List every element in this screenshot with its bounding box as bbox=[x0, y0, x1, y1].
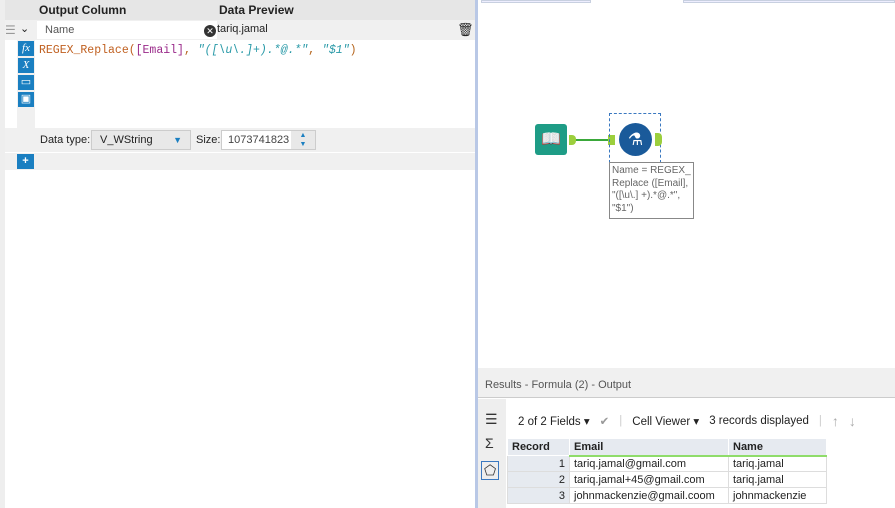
data-type-value: V_WString bbox=[100, 134, 153, 146]
trash-icon[interactable]: 🗑 bbox=[457, 22, 474, 38]
results-sidebar: ☰ Σ ⬠ bbox=[478, 399, 506, 508]
size-spinner[interactable]: ▲ ▼ bbox=[291, 131, 315, 149]
tag-icon[interactable]: ⬠ bbox=[481, 461, 500, 480]
toolbar-divider: | bbox=[818, 415, 822, 427]
output-column-header: Output Column bbox=[39, 3, 127, 17]
add-formula-button[interactable]: + bbox=[17, 154, 34, 169]
size-label: Size: bbox=[196, 134, 221, 146]
table-row[interactable]: 2 tariq.jamal+45@gmail.com tariq.jamal bbox=[507, 471, 827, 488]
column-header-email[interactable]: Email bbox=[569, 438, 729, 457]
size-value: 1073741823 bbox=[228, 134, 290, 146]
canvas-tab[interactable] bbox=[683, 0, 895, 3]
grid-header: Output Column Data Preview bbox=[5, 0, 475, 20]
fx-icon[interactable]: fx bbox=[18, 41, 34, 56]
results-title: Results - Formula (2) - Output bbox=[478, 368, 895, 398]
expression-toolbar: fx X ▭ ▣ bbox=[17, 40, 35, 128]
name-cell[interactable]: tariq.jamal bbox=[728, 455, 827, 472]
expr-sep2: , bbox=[308, 44, 322, 57]
formula-config-panel: Output Column Data Preview ☰ ⌄ ✕ tariq.j… bbox=[0, 0, 475, 508]
record-number: 2 bbox=[507, 471, 570, 488]
cell-viewer-label: Cell Viewer bbox=[632, 416, 691, 428]
input-data-tool-icon[interactable]: 📖 bbox=[535, 124, 567, 155]
data-preview-header: Data Preview bbox=[219, 3, 294, 17]
expr-field: [Email] bbox=[135, 44, 184, 57]
arrow-down-icon[interactable]: ↓ bbox=[849, 413, 856, 429]
expression-editor[interactable]: REGEX_Replace([Email], "([\u\.]+).*@.*",… bbox=[39, 44, 357, 57]
email-cell[interactable]: johnmackenzie@gmail.coom bbox=[569, 487, 729, 504]
canvas-tab[interactable] bbox=[481, 0, 591, 3]
email-cell[interactable]: tariq.jamal+45@gmail.com bbox=[569, 471, 729, 488]
data-type-select[interactable]: V_WString ▼ bbox=[91, 130, 191, 150]
dropdown-caret-icon: ▼ bbox=[173, 135, 182, 145]
table-view-icon[interactable]: ☰ bbox=[485, 411, 498, 428]
variable-icon[interactable]: X bbox=[18, 58, 34, 73]
record-number: 3 bbox=[507, 487, 570, 504]
results-table: Record Email Name 1 tariq.jamal@gmail.com… bbox=[507, 438, 827, 504]
arrow-up-icon[interactable]: ↑ bbox=[832, 413, 839, 429]
cell-viewer-selector[interactable]: Cell Viewer ▾ bbox=[632, 414, 699, 428]
save-icon[interactable]: ▣ bbox=[18, 92, 34, 107]
toolbar-divider: | bbox=[619, 415, 623, 427]
expr-sep: , bbox=[183, 44, 198, 57]
table-header-row: Record Email Name bbox=[507, 438, 827, 457]
name-cell[interactable]: tariq.jamal bbox=[728, 471, 827, 488]
expr-close: ) bbox=[349, 44, 357, 57]
table-row[interactable]: 3 johnmackenzie@gmail.coom johnmackenzie bbox=[507, 487, 827, 504]
email-cell[interactable]: tariq.jamal@gmail.com bbox=[569, 455, 729, 472]
results-toolbar: 2 of 2 Fields ▾ ✔ | Cell Viewer ▾ 3 reco… bbox=[518, 413, 856, 429]
formula-output-anchor[interactable] bbox=[655, 133, 662, 146]
fields-selector-label: 2 of 2 Fields bbox=[518, 416, 581, 428]
name-cell[interactable]: johnmackenzie bbox=[728, 487, 827, 504]
tool-annotation: Name = REGEX_Replace ([Email], "([\u\.] … bbox=[609, 162, 694, 219]
table-row[interactable]: 1 tariq.jamal@gmail.com tariq.jamal bbox=[507, 455, 827, 472]
connection-line bbox=[576, 139, 610, 141]
expr-pattern: "([\u\.]+).*@.*" bbox=[197, 44, 309, 57]
left-edge-strip bbox=[0, 0, 5, 508]
formula-tool-icon[interactable]: ⚗ bbox=[619, 123, 652, 156]
size-input[interactable]: 1073741823 ▲ ▼ bbox=[221, 130, 316, 150]
records-count: 3 records displayed bbox=[709, 415, 809, 427]
data-preview-value: tariq.jamal bbox=[217, 23, 268, 35]
drag-handle-icon[interactable]: ☰ bbox=[5, 23, 16, 37]
clear-icon[interactable]: ✕ bbox=[204, 25, 216, 37]
expr-function: REGEX_Replace( bbox=[39, 44, 136, 57]
formula-row: ☰ ⌄ ✕ tariq.jamal 🗑 bbox=[5, 20, 475, 40]
check-icon[interactable]: ✔ bbox=[600, 414, 610, 428]
data-type-label: Data type: bbox=[40, 134, 91, 146]
fields-selector[interactable]: 2 of 2 Fields ▾ bbox=[518, 414, 590, 428]
chevron-down-icon[interactable]: ⌄ bbox=[20, 22, 29, 35]
column-header-name[interactable]: Name bbox=[728, 438, 827, 457]
add-row: + bbox=[5, 153, 475, 170]
sigma-icon[interactable]: Σ bbox=[485, 435, 494, 451]
open-folder-icon[interactable]: ▭ bbox=[18, 75, 34, 90]
output-column-input[interactable] bbox=[37, 21, 217, 39]
data-type-row: Data type: V_WString ▼ Size: 1073741823 ▲ ▼ bbox=[5, 128, 475, 152]
column-header-record[interactable]: Record bbox=[507, 438, 570, 456]
output-anchor[interactable] bbox=[569, 135, 576, 145]
expr-replacement: "$1" bbox=[321, 44, 350, 57]
record-number: 1 bbox=[507, 455, 570, 472]
